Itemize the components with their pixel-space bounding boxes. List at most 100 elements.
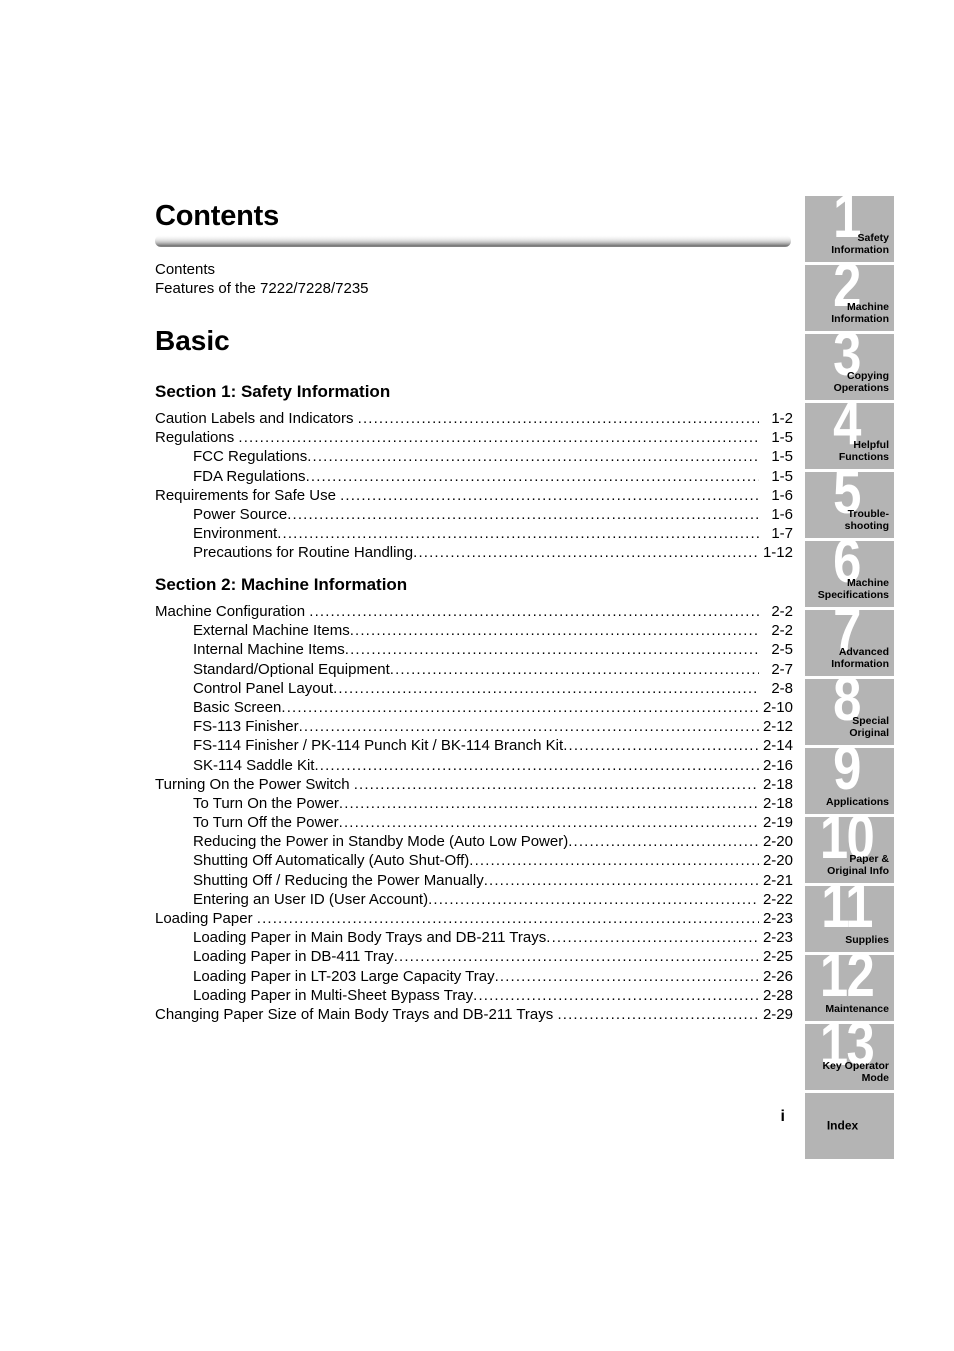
toc-entry-label: Caution Labels and Indicators (155, 410, 354, 427)
toc-entry-label: To Turn On the Power (193, 794, 339, 812)
toc-entry-label: Requirements for Safe Use (155, 486, 336, 504)
toc-entry-label: FCC Regulations (193, 448, 308, 466)
toc-entry-page-number: 2-25 (762, 948, 793, 966)
chapter-tab-6[interactable]: 6 Machine Specifications (805, 541, 894, 607)
toc-entry-page-number: 1-12 (762, 544, 793, 562)
toc-leader-dots (345, 640, 759, 659)
chapter-tab-7[interactable]: 7 Advanced Information (805, 610, 894, 676)
toc-entry-label: Loading Paper in DB-411 Tray (193, 948, 394, 966)
toc-leader-dots (358, 409, 759, 428)
chapter-tab-label: Index (826, 1118, 859, 1133)
toc-entry[interactable]: Standard/Optional Equipment 2-7 (155, 660, 793, 679)
toc-entry-label: FS-113 Finisher (193, 718, 299, 736)
toc-list-section-2: Machine Configuration2-2External Machine… (155, 602, 793, 1024)
toc-leader-dots (257, 909, 759, 928)
toc-entry[interactable]: Requirements for Safe Use 1-6 (155, 486, 793, 505)
toc-entry-page-number: 2-16 (762, 756, 793, 774)
toc-entry[interactable]: Loading Paper in Multi-Sheet Bypass Tray… (155, 986, 793, 1005)
toc-entry-page-number: 2-21 (762, 871, 793, 889)
toc-list-section-1: Caution Labels and Indicators1-2Regulati… (155, 409, 793, 563)
toc-entry-page-number: 2-18 (762, 794, 793, 812)
toc-entry[interactable]: Internal Machine Items 2-5 (155, 640, 793, 659)
toc-entry[interactable]: Precautions for Routine Handling 1-12 (155, 543, 793, 562)
toc-entry-page-number: 1-5 (771, 429, 793, 447)
toc-leader-dots (350, 621, 759, 640)
toc-entry[interactable]: Basic Screen 2-10 (155, 698, 793, 717)
toc-leader-dots (469, 851, 759, 870)
toc-leader-dots (306, 467, 759, 486)
chapter-tab-index[interactable]: Index (805, 1093, 894, 1159)
toc-entry-page-number: 2-22 (762, 890, 793, 908)
toc-entry-label: Machine Configuration (155, 603, 306, 620)
toc-entry[interactable]: Changing Paper Size of Main Body Trays a… (155, 1005, 793, 1024)
toc-entry[interactable]: Loading Paper in Main Body Trays and DB-… (155, 928, 793, 947)
toc-entry[interactable]: Shutting Off / Reducing the Power Manual… (155, 871, 793, 890)
toc-entry-label: Internal Machine Items (193, 641, 345, 659)
toc-entry[interactable]: FCC Regulations 1-5 (155, 447, 793, 466)
toc-entry-label: Loading Paper (155, 910, 253, 927)
chapter-tab-number: 12 (819, 955, 875, 1010)
chapter-tab-12[interactable]: 12 Maintenance (805, 955, 894, 1021)
toc-leader-dots (277, 524, 759, 543)
chapter-tab-13[interactable]: 13 Key Operator Mode (805, 1024, 894, 1090)
toc-entry[interactable]: FS-114 Finisher / PK-114 Punch Kit / BK-… (155, 736, 793, 755)
toc-entry[interactable]: Loading Paper 2-23 (155, 909, 793, 928)
chapter-tab-label: Special Original (849, 715, 889, 739)
toc-entry-page-number: 2-18 (762, 775, 793, 793)
toc-entry[interactable]: Loading Paper in LT-203 Large Capacity T… (155, 967, 793, 986)
chapter-tab-3[interactable]: 3 Copying Operations (805, 334, 894, 400)
toc-entry[interactable]: Entering an User ID (User Account) 2-22 (155, 890, 793, 909)
chapter-tab-5[interactable]: 5 Trouble- shooting (805, 472, 894, 538)
toc-entry[interactable]: Control Panel Layout 2-8 (155, 679, 793, 698)
toc-entry-label: Loading Paper in Multi-Sheet Bypass Tray (193, 986, 474, 1004)
toc-leader-dots (281, 698, 759, 717)
chapter-tab-10[interactable]: 10 Paper & Original Info (805, 817, 894, 883)
toc-entry-page-number: 2-29 (762, 1005, 793, 1023)
toc-leader-dots (339, 813, 759, 832)
toc-entry-page-number: 2-20 (762, 852, 793, 870)
toc-entry[interactable]: SK-114 Saddle Kit 2-16 (155, 756, 793, 775)
chapter-tab-2[interactable]: 2 Machine Information (805, 265, 894, 331)
page-title: Contents (155, 200, 280, 232)
toc-entry-label: Basic Screen (193, 698, 282, 716)
chapter-tab-9[interactable]: 9 Applications (805, 748, 894, 814)
toc-leader-dots (390, 660, 759, 679)
toc-leader-dots (238, 428, 759, 447)
toc-entry-label: To Turn Off the Power (193, 814, 339, 832)
toc-entry-page-number: 1-5 (771, 467, 793, 485)
toc-entry-label: Environment (193, 525, 278, 543)
toc-entry[interactable]: FS-113 Finisher 2-12 (155, 717, 793, 736)
toc-entry[interactable]: Regulations 1-5 (155, 428, 793, 447)
chapter-tab-1[interactable]: 1 Safety Information (805, 196, 894, 262)
toc-entry[interactable]: To Turn On the Power 2-18 (155, 794, 793, 813)
toc-entry[interactable]: Shutting Off Automatically (Auto Shut-Of… (155, 851, 793, 870)
chapter-tab-8[interactable]: 8 Special Original (805, 679, 894, 745)
toc-entry[interactable]: Caution Labels and Indicators 1-2 (155, 409, 793, 428)
toc-entry-label: Precautions for Routine Handling (193, 544, 414, 562)
toc-entry[interactable]: Power Source 1-6 (155, 505, 793, 524)
chapter-tab-label: Supplies (845, 933, 889, 946)
toc-entry[interactable]: Loading Paper in DB-411 Tray 2-25 (155, 947, 793, 966)
chapter-tab-label: Paper & Original Info (827, 853, 889, 877)
toc-entry[interactable]: FDA Regulations 1-5 (155, 467, 793, 486)
toc-entry-page-number: 2-14 (762, 737, 793, 755)
toc-entry[interactable]: Environment 1-7 (155, 524, 793, 543)
toc-entry-page-number: 2-10 (762, 698, 793, 716)
toc-entry[interactable]: Machine Configuration 2-2 (155, 602, 793, 621)
toc-entry[interactable]: Turning On the Power Switch 2-18 (155, 775, 793, 794)
toc-entry-label: Loading Paper in LT-203 Large Capacity T… (193, 967, 495, 985)
chapter-tab-11[interactable]: 11 Supplies (805, 886, 894, 952)
toc-leader-dots (563, 736, 759, 755)
toc-entry-label: Regulations (155, 429, 235, 447)
toc-entry-page-number: 2-8 (771, 679, 793, 697)
toc-entry-label: External Machine Items (193, 622, 350, 640)
toc-entry[interactable]: Reducing the Power in Standby Mode (Auto… (155, 832, 793, 851)
toc-leader-dots (307, 447, 759, 466)
toc-entry[interactable]: To Turn Off the Power 2-19 (155, 813, 793, 832)
chapter-tab-4[interactable]: 4 Helpful Functions (805, 403, 894, 469)
toc-leader-dots (299, 717, 759, 736)
toc-leader-dots (557, 1005, 758, 1024)
toc-entry[interactable]: External Machine Items 2-2 (155, 621, 793, 640)
toc-leader-dots (495, 967, 759, 986)
chapter-tab-label: Maintenance (825, 1002, 889, 1015)
